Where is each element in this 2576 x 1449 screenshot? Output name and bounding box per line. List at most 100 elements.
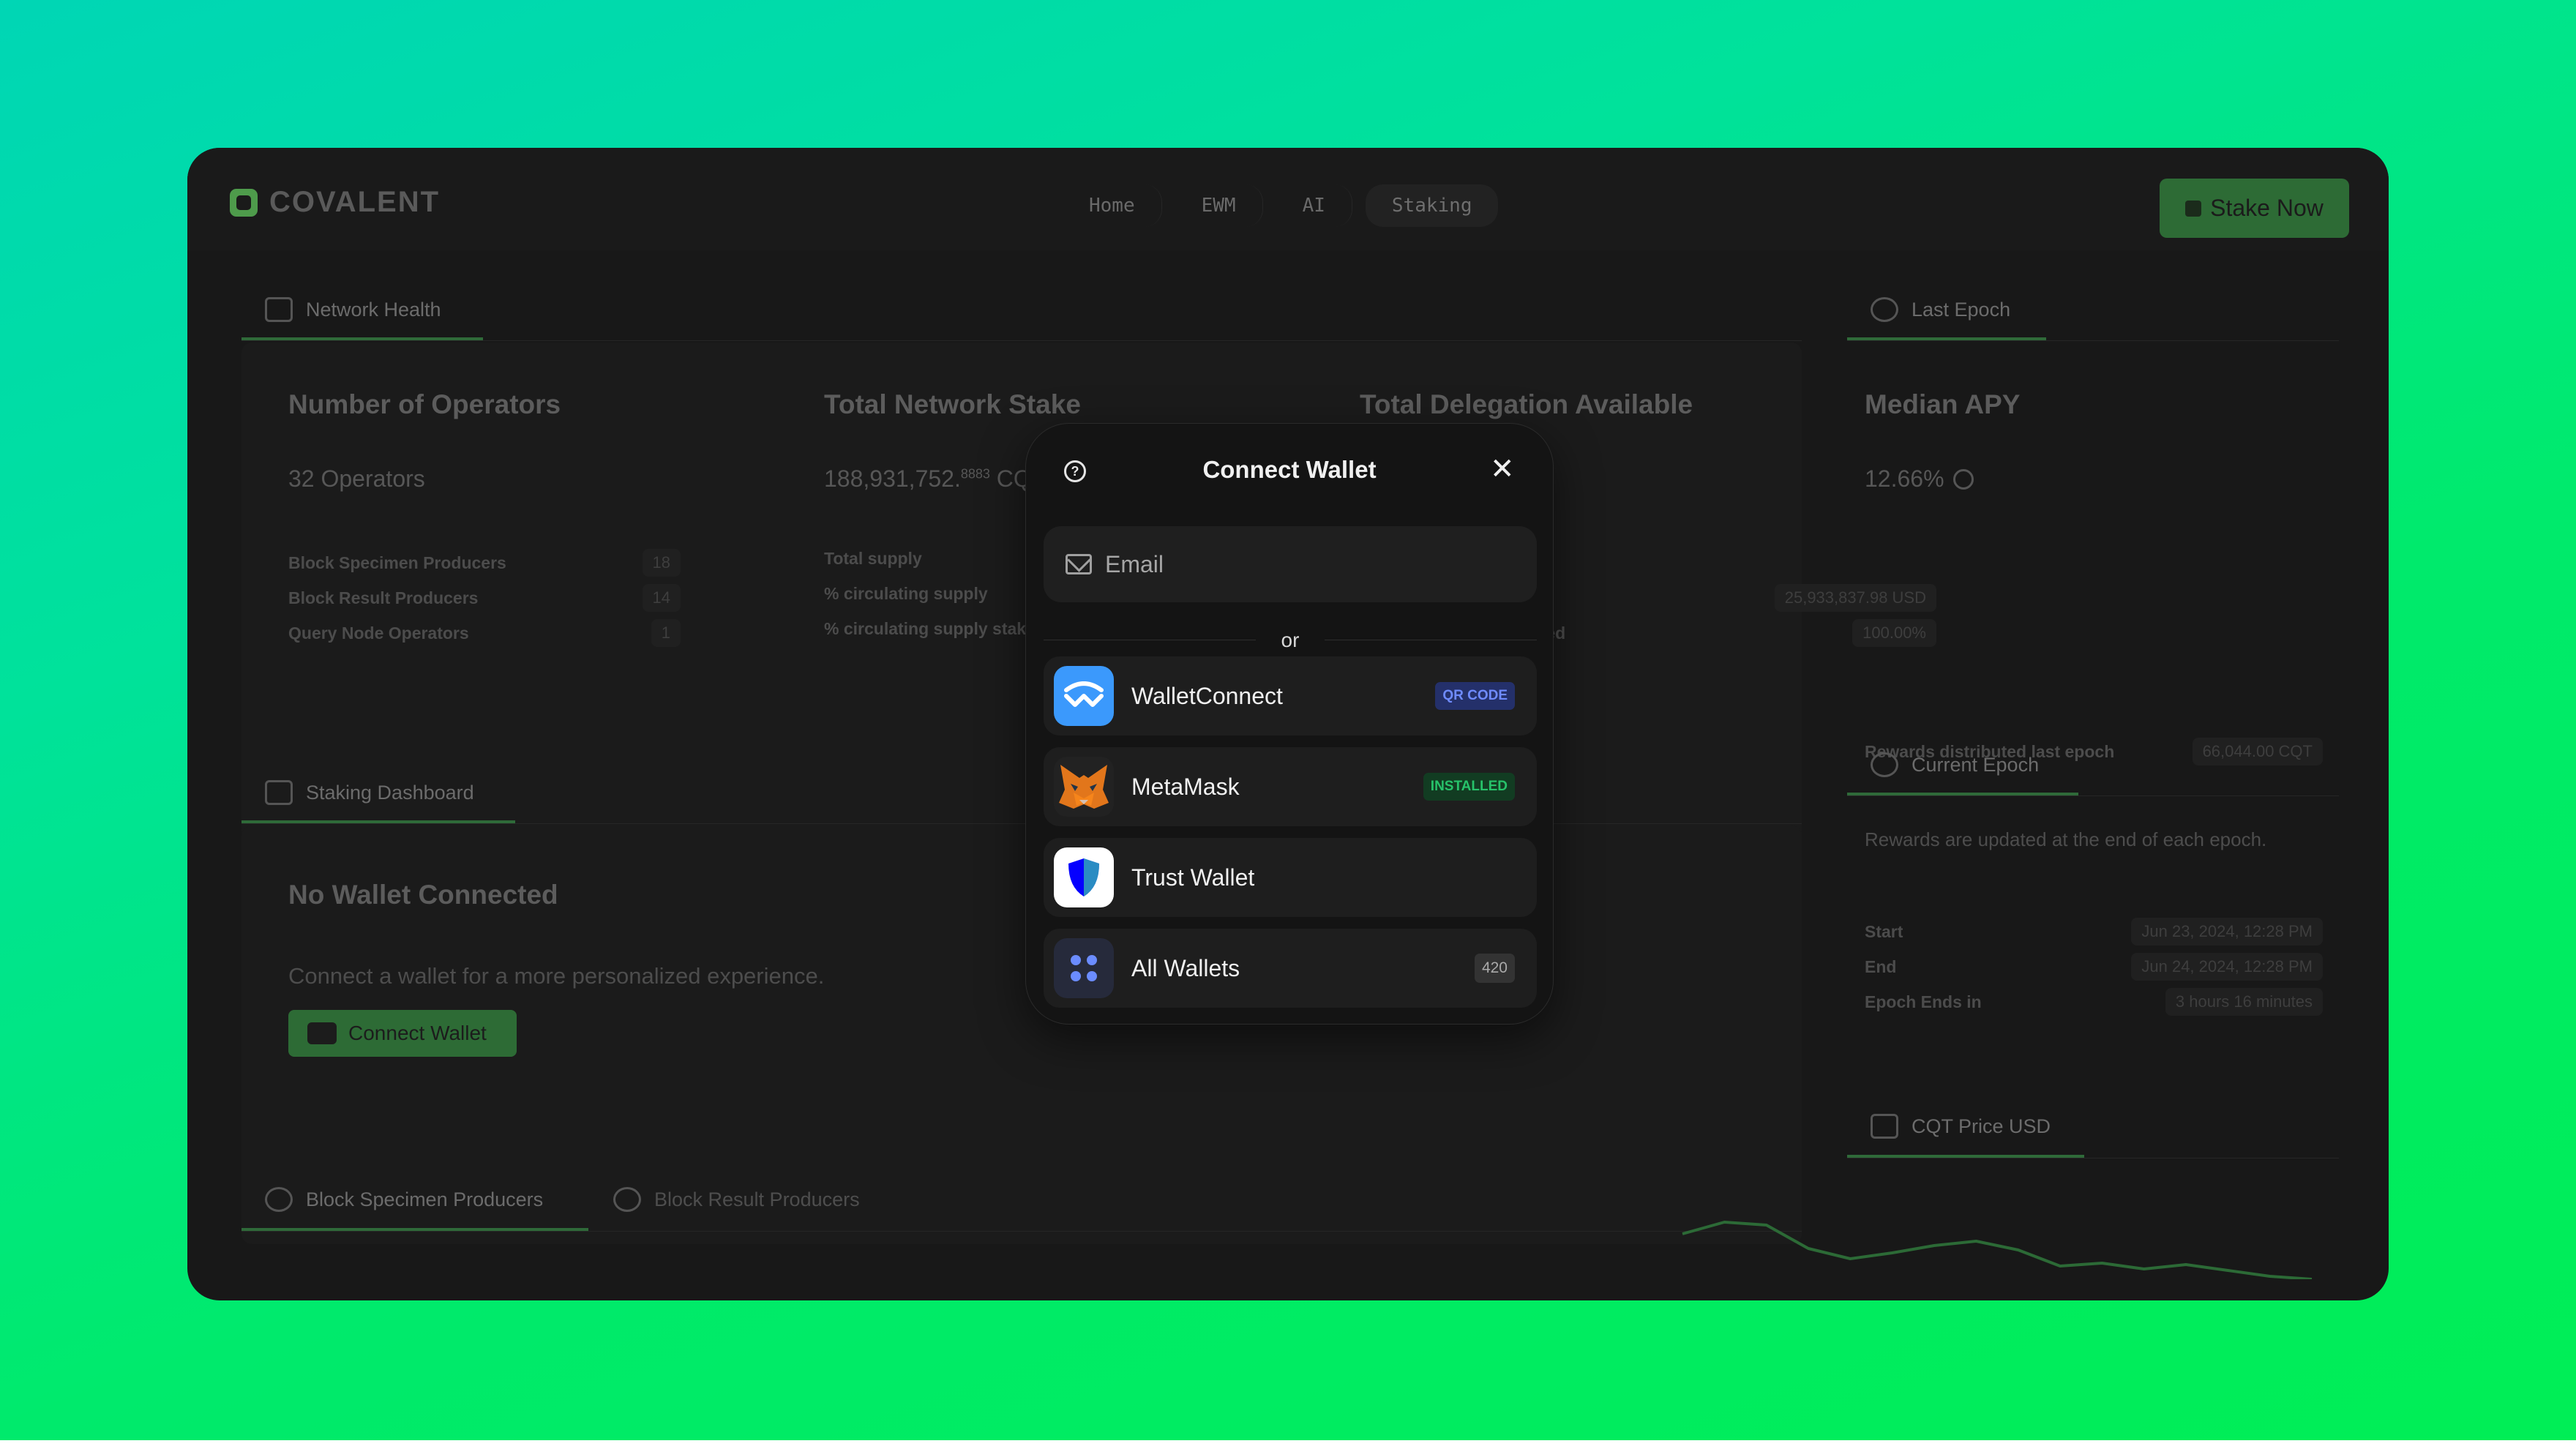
row-label: Total supply — [824, 549, 922, 568]
tab-label: Block Result Producers — [654, 1188, 860, 1210]
connect-wallet-button[interactable]: Connect Wallet — [288, 1010, 517, 1057]
wallet-option-metamask[interactable]: MetaMask INSTALLED — [1044, 747, 1537, 826]
connect-wallet-label: Connect Wallet — [348, 1022, 487, 1044]
covalent-logo-icon — [230, 188, 258, 217]
row-value: 14 — [642, 584, 681, 612]
row-value: Jun 23, 2024, 12:28 PM — [2131, 918, 2323, 946]
median-apy-value: 12.66% — [1865, 465, 1974, 493]
tab-staking-dashboard-label: Staking Dashboard — [306, 781, 474, 804]
tab-staking-dashboard[interactable]: Staking Dashboard — [265, 780, 474, 805]
stake-icon — [2185, 200, 2202, 217]
dashboard-layout-icon — [265, 780, 293, 805]
tab-network-health-label: Network Health — [306, 298, 441, 321]
stake-title: Total Network Stake — [824, 389, 1081, 419]
median-apy-title: Median APY — [1865, 389, 2021, 419]
epoch-row: Epoch Ends in 3 hours 16 minutes — [1865, 988, 2323, 1016]
tab-label: Block Specimen Producers — [306, 1188, 544, 1210]
row-value: Jun 24, 2024, 12:28 PM — [2131, 953, 2323, 981]
stake-now-button[interactable]: Stake Now — [2160, 179, 2349, 238]
history-clock-icon — [1871, 297, 1898, 322]
award-badge-icon — [613, 1187, 641, 1212]
tab-last-epoch[interactable]: Last Epoch — [1871, 297, 2010, 322]
delegation-row: 25,933,837.98 USD — [1541, 584, 1936, 612]
all-wallets-grid-icon — [1054, 938, 1114, 998]
tab-current-epoch-label: Current Epoch — [1912, 753, 2040, 776]
operators-title: Number of Operators — [288, 389, 561, 419]
stake-value: 188,931,752.8883 CQT — [824, 465, 1046, 492]
close-icon[interactable]: ✕ — [1490, 454, 1515, 484]
tab-network-health[interactable]: Network Health — [265, 297, 441, 322]
wallet-option-walletconnect[interactable]: WalletConnect QR CODE — [1044, 656, 1537, 735]
or-divider: or — [1044, 629, 1537, 651]
wallet-option-all-wallets[interactable]: All Wallets 420 — [1044, 929, 1537, 1008]
operators-value: 32 Operators — [288, 465, 425, 492]
wallet-name: Trust Wallet — [1131, 864, 1255, 891]
epoch-note: Rewards are updated at the end of each e… — [1865, 828, 2267, 850]
wallet-name: All Wallets — [1131, 954, 1240, 981]
row-label: Query Node Operators — [288, 623, 469, 643]
logo-text: COVALENT — [269, 186, 441, 218]
no-wallet-subtitle: Connect a wallet for a more personalized… — [288, 963, 825, 989]
row-value: 66,044.00 CQT — [2192, 738, 2323, 765]
delegation-title: Total Delegation Available — [1360, 389, 1693, 419]
stake-row: % circulating supply — [824, 584, 988, 604]
row-value: 25,933,837.98 USD — [1774, 584, 1936, 612]
wallet-option-trust-wallet[interactable]: Trust Wallet — [1044, 838, 1537, 917]
row-label: Block Specimen Producers — [288, 553, 506, 572]
row-value: 100.00% — [1852, 619, 1936, 647]
no-wallet-title: No Wallet Connected — [288, 880, 558, 910]
stake-now-label: Stake Now — [2210, 195, 2324, 221]
row-label: Epoch Ends in — [1865, 992, 1982, 1011]
stake-row: % circulating supply staked — [824, 619, 1046, 639]
trust-wallet-shield-icon — [1054, 847, 1114, 907]
row-label: % circulating supply — [824, 584, 988, 603]
row-value: 18 — [642, 549, 681, 577]
operators-row: Block Result Producers 14 — [288, 584, 681, 612]
operators-row: Block Specimen Producers 18 — [288, 549, 681, 577]
cqt-price-sparkline — [1682, 1221, 2313, 1279]
connect-wallet-modal: ? Connect Wallet ✕ or WalletConnect QR C… — [1025, 423, 1554, 1025]
tab-current-epoch[interactable]: Current Epoch — [1871, 752, 2039, 777]
wallet-icon — [307, 1022, 337, 1044]
wallet-tag: INSTALLED — [1423, 773, 1515, 801]
wallet-count-badge: 420 — [1474, 954, 1515, 983]
modal-title: Connect Wallet — [1202, 456, 1377, 483]
mail-icon — [1066, 554, 1092, 574]
operators-row: Query Node Operators 1 — [288, 619, 681, 647]
nav-ai[interactable]: AI — [1276, 184, 1352, 227]
divider — [1847, 340, 2339, 341]
row-label: % circulating supply staked — [824, 619, 1046, 638]
metamask-fox-icon — [1054, 757, 1114, 817]
clock-icon — [1871, 752, 1898, 777]
row-value: 3 hours 16 minutes — [2165, 988, 2323, 1016]
divider — [242, 1231, 1802, 1232]
main-nav: Home EWM AI Staking — [1063, 184, 1499, 227]
email-field[interactable] — [1044, 526, 1537, 602]
logo[interactable]: COVALENT — [230, 186, 440, 219]
divider — [242, 340, 1802, 341]
divider — [1847, 795, 2339, 796]
wallet-name: WalletConnect — [1131, 682, 1283, 709]
nav-ewm[interactable]: EWM — [1175, 184, 1263, 227]
tab-block-result-producers[interactable]: Block Result Producers — [613, 1187, 860, 1212]
info-icon[interactable] — [1952, 468, 1974, 490]
walletconnect-icon — [1054, 666, 1114, 726]
top-bar: COVALENT Home EWM AI Staking Stake Now — [187, 148, 2389, 250]
wallet-tag: QR CODE — [1435, 682, 1515, 710]
row-value: 1 — [651, 619, 681, 647]
row-label: Block Result Producers — [288, 588, 479, 607]
row-label: End — [1865, 956, 1897, 976]
stake-row: Total supply — [824, 549, 922, 569]
epoch-row: End Jun 24, 2024, 12:28 PM — [1865, 953, 2323, 981]
tab-last-epoch-label: Last Epoch — [1912, 298, 2011, 321]
nav-home[interactable]: Home — [1063, 184, 1162, 227]
email-input[interactable] — [1104, 550, 1487, 579]
epoch-row: Start Jun 23, 2024, 12:28 PM — [1865, 918, 2323, 946]
nav-staking[interactable]: Staking — [1365, 184, 1499, 227]
award-badge-icon — [265, 1187, 293, 1212]
apy-text: 12.66% — [1865, 465, 1944, 492]
row-label: Start — [1865, 921, 1903, 941]
activity-chart-icon — [265, 297, 293, 322]
tab-block-specimen-producers[interactable]: Block Specimen Producers — [265, 1187, 543, 1212]
divider — [242, 823, 1802, 824]
